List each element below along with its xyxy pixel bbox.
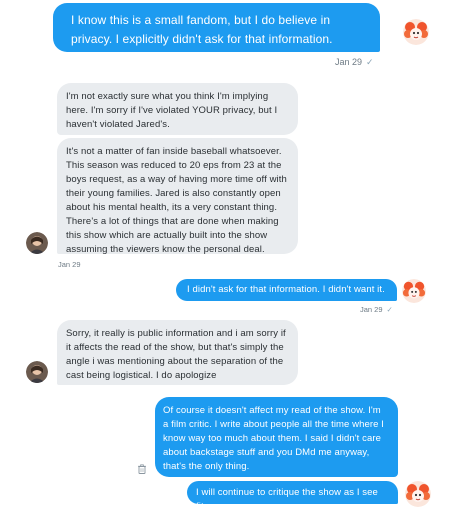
trash-icon[interactable] <box>137 461 147 474</box>
my-avatar[interactable] <box>405 481 431 507</box>
my-avatar[interactable] <box>402 279 426 303</box>
message-bubble-sent[interactable]: Of course it doesn't affect my read of t… <box>155 397 398 477</box>
message-timestamp: Jan 29 ✓ <box>360 305 393 314</box>
avatar-icon <box>26 361 48 383</box>
read-check-icon: ✓ <box>386 305 393 314</box>
message-bubble-received[interactable]: It's not a matter of fan inside baseball… <box>57 138 298 255</box>
message-bubble-sent[interactable]: I know this is a small fandom, but I do … <box>53 3 380 52</box>
contact-avatar[interactable] <box>26 232 48 254</box>
avatar-icon <box>402 279 426 303</box>
message-timestamp: Jan 29 <box>58 260 81 269</box>
avatar-icon <box>403 19 429 45</box>
avatar-icon <box>405 481 431 507</box>
contact-avatar[interactable] <box>26 361 48 383</box>
avatar-icon <box>26 232 48 254</box>
my-avatar[interactable] <box>403 19 429 45</box>
message-bubble-sent[interactable]: I didn't ask for that information. I did… <box>176 279 397 301</box>
message-bubble-received[interactable]: I'm not exactly sure what you think I'm … <box>57 83 298 135</box>
message-timestamp: Jan 29 ✓ <box>335 57 374 67</box>
message-bubble-sent[interactable]: I will continue to critique the show as … <box>187 481 398 512</box>
read-check-icon: ✓ <box>366 57 374 67</box>
message-bubble-received[interactable]: Sorry, it really is public information a… <box>57 320 298 385</box>
